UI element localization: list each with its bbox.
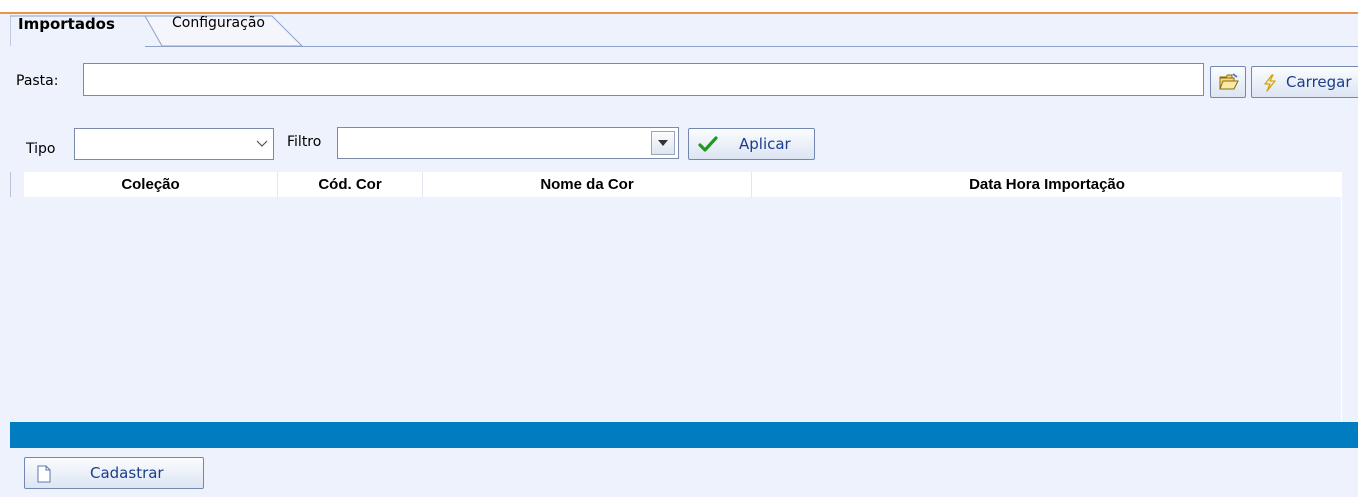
tab-configuracao[interactable]: Configuração xyxy=(162,15,265,31)
filtro-dropdown-button[interactable] xyxy=(651,131,675,155)
window-top-strip xyxy=(0,0,1358,12)
carregar-button[interactable]: Carregar xyxy=(1251,66,1358,98)
pasta-label: Pasta: xyxy=(16,73,59,89)
column-header-data-hora-importacao[interactable]: Data Hora Importação xyxy=(752,172,1342,197)
column-header-colecao[interactable]: Coleção xyxy=(24,172,278,197)
folder-open-icon xyxy=(1219,73,1239,90)
tipo-dropdown-arrow[interactable] xyxy=(251,129,273,159)
accent-line xyxy=(0,12,1358,14)
grid-right-border xyxy=(1341,197,1342,422)
cadastrar-label: Cadastrar xyxy=(90,464,164,482)
status-bar xyxy=(10,422,1358,448)
pasta-input[interactable] xyxy=(83,63,1204,96)
column-header-cod-cor[interactable]: Cód. Cor xyxy=(278,172,423,197)
carregar-label: Carregar xyxy=(1286,73,1352,91)
lightning-icon xyxy=(1264,74,1276,92)
aplicar-label: Aplicar xyxy=(739,135,791,153)
column-header-nome-da-cor[interactable]: Nome da Cor xyxy=(423,172,752,197)
aplicar-button[interactable]: Aplicar xyxy=(688,128,815,160)
filtro-label: Filtro xyxy=(287,134,322,150)
browse-folder-button[interactable] xyxy=(1210,66,1246,98)
tab-baseline xyxy=(145,46,1358,47)
tipo-select[interactable] xyxy=(74,128,274,160)
filtro-combo[interactable] xyxy=(337,127,679,159)
checkmark-icon xyxy=(698,136,718,152)
chevron-down-icon xyxy=(256,140,268,147)
document-icon xyxy=(37,465,51,483)
tab-importados[interactable]: Importados xyxy=(8,15,115,33)
triangle-down-icon xyxy=(658,140,668,146)
grid-header: Coleção Cód. Cor Nome da Cor Data Hora I… xyxy=(24,172,1342,197)
cadastrar-button[interactable]: Cadastrar xyxy=(24,457,204,489)
tipo-label: Tipo xyxy=(26,141,56,157)
grid-body[interactable] xyxy=(10,197,1342,367)
